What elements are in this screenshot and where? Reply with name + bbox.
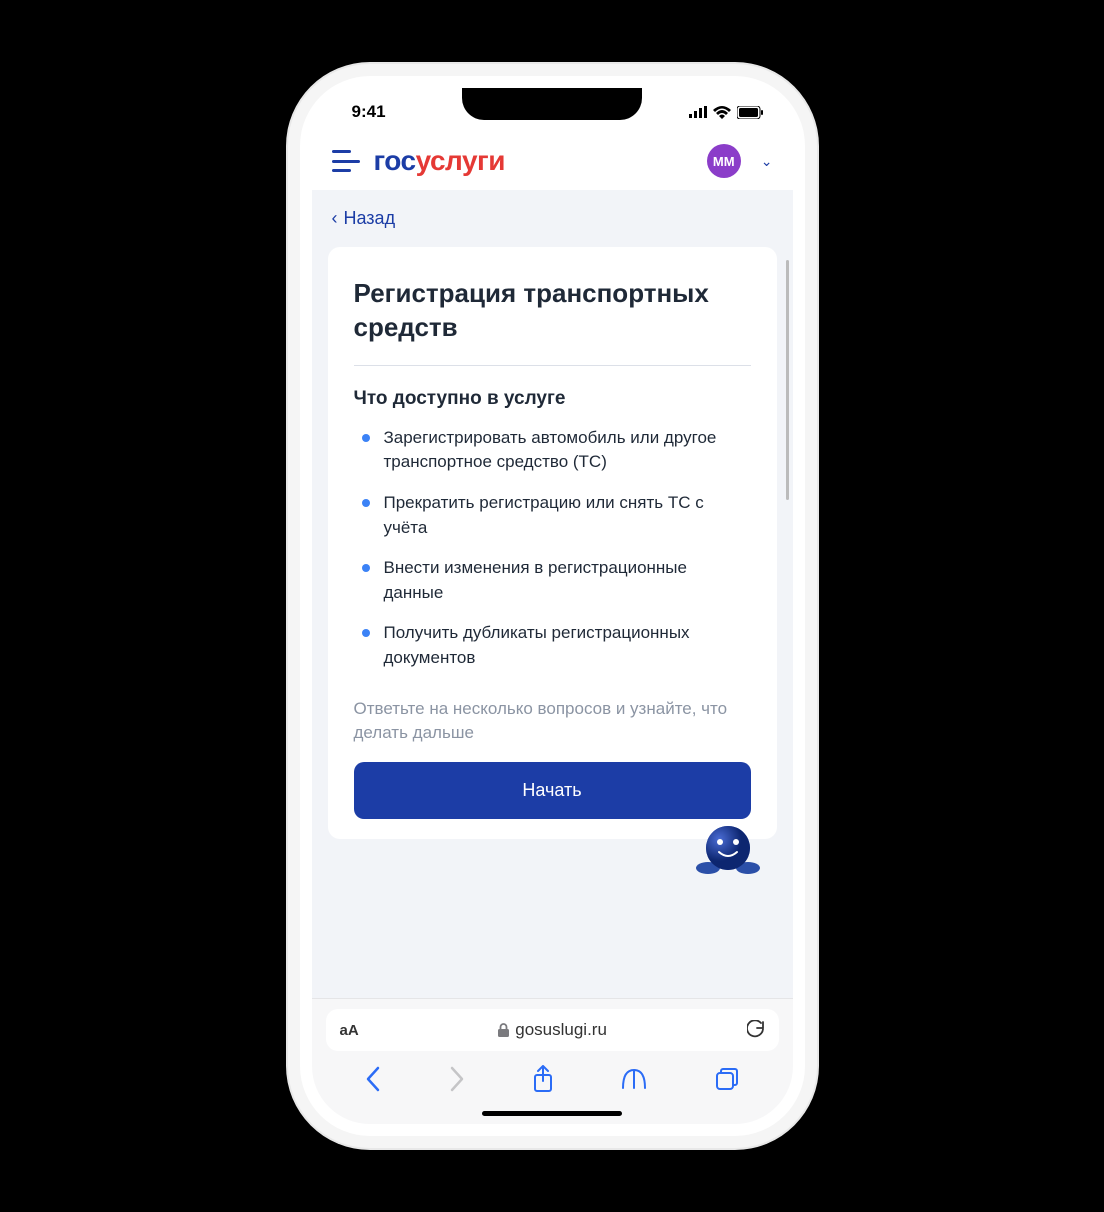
tabs-icon[interactable]: [715, 1067, 739, 1091]
phone-notch: [462, 88, 642, 120]
logo-part-2: услуги: [416, 145, 505, 176]
section-subtitle: Что доступно в услуге: [354, 388, 751, 410]
page-body: ‹ Назад Регистрация транспортных средств…: [312, 190, 793, 998]
lock-icon: [498, 1023, 509, 1037]
home-indicator[interactable]: [482, 1111, 622, 1116]
back-label: Назад: [344, 208, 396, 229]
chevron-left-icon: ‹: [332, 208, 338, 229]
nav-forward-icon: [449, 1066, 465, 1092]
logo-part-1: гос: [374, 145, 416, 176]
reload-icon[interactable]: [747, 1020, 765, 1040]
browser-toolbar: [312, 1059, 793, 1111]
phone-frame: 9:41 госуслуги ММ ⌄ ‹ Назад: [300, 76, 805, 1136]
menu-icon[interactable]: [332, 150, 360, 172]
battery-icon: [737, 106, 763, 119]
list-item: Получить дубликаты регистрационных докум…: [362, 621, 751, 670]
list-item: Внести изменения в регистрационные данны…: [362, 556, 751, 605]
assistant-bot-icon[interactable]: [693, 820, 763, 880]
url-display: gosuslugi.ru: [359, 1020, 747, 1040]
app-logo[interactable]: госуслуги: [374, 145, 693, 177]
start-button[interactable]: Начать: [354, 762, 751, 819]
chevron-down-icon[interactable]: ⌄: [761, 153, 773, 170]
back-link[interactable]: ‹ Назад: [328, 202, 777, 247]
status-time: 9:41: [352, 102, 386, 122]
divider: [354, 365, 751, 366]
service-card: Регистрация транспортных средств Что дос…: [328, 247, 777, 839]
wifi-icon: [713, 106, 731, 119]
scrollbar[interactable]: [786, 260, 789, 500]
share-icon[interactable]: [532, 1065, 554, 1093]
page-title: Регистрация транспортных средств: [354, 277, 751, 345]
list-item: Зарегистрировать автомобиль или другое т…: [362, 426, 751, 475]
address-bar[interactable]: аА gosuslugi.ru: [326, 1009, 779, 1051]
status-icons: [689, 106, 763, 119]
nav-back-icon[interactable]: [365, 1066, 381, 1092]
bookmarks-icon[interactable]: [621, 1068, 647, 1090]
avatar[interactable]: ММ: [707, 144, 741, 178]
list-item: Прекратить регистрацию или снять ТС с уч…: [362, 491, 751, 540]
browser-chrome: аА gosuslugi.ru: [312, 998, 793, 1124]
text-size-button[interactable]: аА: [340, 1022, 359, 1039]
cellular-icon: [689, 106, 707, 118]
app-header: госуслуги ММ ⌄: [312, 136, 793, 190]
instruction-note: Ответьте на несколько вопросов и узнайте…: [354, 697, 751, 745]
domain-text: gosuslugi.ru: [515, 1020, 607, 1040]
feature-list: Зарегистрировать автомобиль или другое т…: [362, 426, 751, 671]
